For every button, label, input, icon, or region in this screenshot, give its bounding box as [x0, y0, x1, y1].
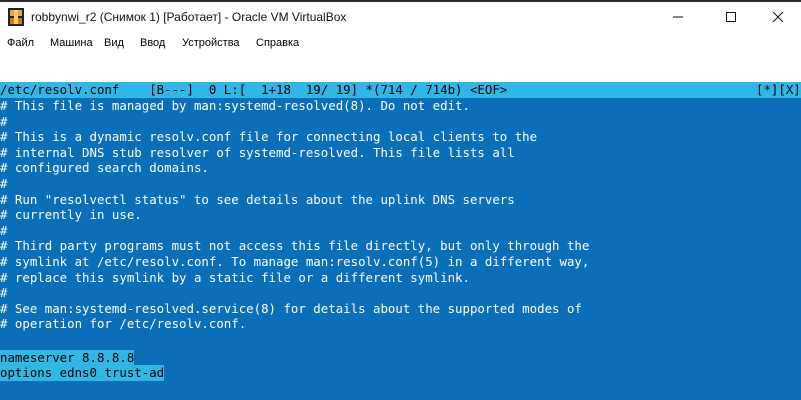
menu-devices[interactable]: Устройства	[182, 37, 240, 49]
menu-view[interactable]: Вид	[104, 37, 124, 49]
editor-line[interactable]: # This is a dynamic resolv.conf file for…	[0, 129, 537, 145]
editor-file-status: /etc/resolv.conf [B---] 0 L:[ 1+18 19/ 1…	[0, 82, 508, 97]
minimize-icon	[673, 16, 683, 18]
editor-line[interactable]: #	[0, 114, 7, 130]
vm-display[interactable]: /etc/resolv.conf [B---] 0 L:[ 1+18 19/ 1…	[0, 82, 801, 400]
virtualbox-app-icon	[8, 8, 24, 26]
editor-line[interactable]: #	[0, 176, 7, 192]
maximize-button[interactable]	[708, 2, 754, 32]
editor-status-bar: /etc/resolv.conf [B---] 0 L:[ 1+18 19/ 1…	[0, 82, 801, 98]
minimize-button[interactable]	[655, 2, 701, 32]
toolbar-area	[0, 54, 801, 82]
menu-input[interactable]: Ввод	[140, 37, 165, 49]
window-titlebar[interactable]: robbynwi_r2 (Снимок 1) [Работает] - Orac…	[0, 2, 801, 32]
editor-line[interactable]: #	[0, 285, 7, 301]
menu-file[interactable]: Файл	[7, 37, 34, 49]
editor-line-nameserver[interactable]: nameserver 8.8.8.8	[0, 349, 135, 366]
menu-help[interactable]: Справка	[256, 37, 299, 49]
maximize-icon	[726, 12, 736, 22]
editor-line[interactable]: # Run "resolvectl status" to see details…	[0, 192, 515, 208]
editor-line[interactable]: # internal DNS stub resolver of systemd-…	[0, 145, 515, 161]
editor-line[interactable]: # operation for /etc/resolv.conf.	[0, 316, 246, 332]
editor-line[interactable]: # currently in use.	[0, 207, 142, 223]
menu-bar: Файл Машина Вид Ввод Устройства Справка	[0, 32, 801, 54]
window-title: robbynwi_r2 (Снимок 1) [Работает] - Orac…	[31, 10, 347, 24]
editor-line[interactable]: #	[0, 223, 7, 239]
editor-line[interactable]: # See man:systemd-resolved.service(8) fo…	[0, 301, 582, 317]
editor-line[interactable]: # symlink at /etc/resolv.conf. To manage…	[0, 254, 589, 270]
editor-line[interactable]: # configured search domains.	[0, 160, 209, 176]
close-button[interactable]	[755, 2, 801, 32]
close-icon	[772, 11, 784, 23]
editor-line[interactable]: # Third party programs must not access t…	[0, 238, 589, 254]
editor-window-controls[interactable]: [*][X]	[756, 82, 801, 98]
editor-line[interactable]: # This file is managed by man:systemd-re…	[0, 98, 470, 114]
editor-line-options[interactable]: options edns0 trust-ad	[0, 365, 165, 381]
editor-line[interactable]: # replace this symlink by a static file …	[0, 270, 470, 286]
menu-machine[interactable]: Машина	[50, 37, 93, 49]
